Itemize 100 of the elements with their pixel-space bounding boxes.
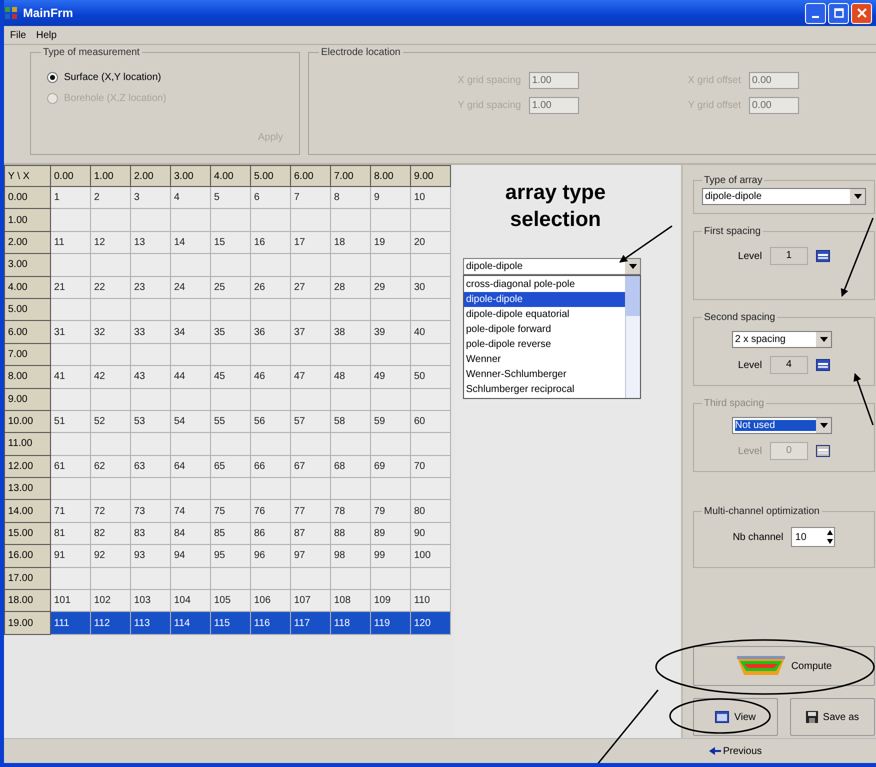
table-cell: 83 xyxy=(130,522,170,545)
column-header[interactable]: 5.00 xyxy=(250,166,290,186)
menu-item[interactable]: Help xyxy=(36,30,57,40)
table-cell: 46 xyxy=(250,366,290,388)
table-cell: 39 xyxy=(370,320,410,344)
column-header[interactable]: 3.00 xyxy=(170,166,210,186)
table-cell: 21 xyxy=(50,276,90,298)
column-header[interactable]: 2.00 xyxy=(130,166,170,186)
row-header[interactable]: 15.00 xyxy=(4,522,50,545)
row-header[interactable]: 12.00 xyxy=(4,455,50,478)
row-header[interactable]: 6.00 xyxy=(4,320,50,344)
row-header[interactable]: 18.00 xyxy=(4,590,50,612)
array-type-select[interactable]: dipole-dipole xyxy=(702,188,866,205)
table-cell: 1 xyxy=(50,186,90,209)
table-cell: 4 xyxy=(170,186,210,209)
close-icon xyxy=(856,8,866,18)
table-cell: 90 xyxy=(410,522,450,545)
group-title: Second spacing xyxy=(703,312,776,323)
table-cell: 43 xyxy=(130,366,170,388)
row-header[interactable]: 0.00 xyxy=(4,186,50,209)
minimize-button[interactable] xyxy=(805,2,826,24)
array-type-dropdown[interactable]: dipole-dipole xyxy=(463,258,641,275)
row-header[interactable]: 17.00 xyxy=(4,567,50,590)
row-header[interactable]: 1.00 xyxy=(4,208,50,232)
table-cell: 45 xyxy=(210,366,250,388)
table-cell: 102 xyxy=(90,590,130,612)
row-header[interactable]: 9.00 xyxy=(4,388,50,410)
level-field[interactable]: 1 xyxy=(770,247,808,265)
save-as-button[interactable]: Save as xyxy=(790,698,875,736)
table-cell: 3 xyxy=(130,186,170,209)
dropdown-option[interactable]: cross-diagonal pole-pole xyxy=(464,276,625,292)
group-title: Multi-channel optimization xyxy=(703,506,821,517)
row-header[interactable]: 14.00 xyxy=(4,500,50,522)
level-field[interactable]: 4 xyxy=(770,356,808,374)
row-header[interactable]: 5.00 xyxy=(4,298,50,321)
column-header[interactable]: 4.00 xyxy=(210,166,250,186)
row-header[interactable]: 19.00 xyxy=(4,612,50,634)
table-cell: 119 xyxy=(370,612,410,634)
spin-icon[interactable] xyxy=(816,250,830,262)
close-button[interactable] xyxy=(851,2,872,24)
compute-button[interactable]: Compute xyxy=(693,646,875,686)
column-header[interactable]: 1.00 xyxy=(90,166,130,186)
dropdown-option[interactable]: Wenner xyxy=(464,352,625,367)
channel-spinner[interactable]: 10 xyxy=(791,527,836,547)
table-cell: 71 xyxy=(50,500,90,522)
table-cell: 100 xyxy=(410,544,450,568)
column-header[interactable]: 6.00 xyxy=(290,166,330,186)
row-header[interactable]: 13.00 xyxy=(4,478,50,500)
table-cell: 80 xyxy=(410,500,450,522)
dropdown-option[interactable]: pole-dipole reverse xyxy=(464,336,625,352)
maximize-icon xyxy=(834,8,844,18)
row-header[interactable]: 16.00 xyxy=(4,544,50,568)
previous-link[interactable]: Previous xyxy=(709,746,762,756)
table-cell: 75 xyxy=(210,500,250,522)
table-cell: 20 xyxy=(410,231,450,254)
level-label: Level xyxy=(738,250,762,262)
table-cell: 22 xyxy=(90,276,130,298)
table-cell: 92 xyxy=(90,544,130,568)
column-header[interactable]: 0.00 xyxy=(50,166,90,186)
row-header[interactable]: 7.00 xyxy=(4,343,50,366)
dropdown-option[interactable]: pole-dipole forward xyxy=(464,322,625,337)
spin-icon[interactable] xyxy=(816,359,830,371)
table-cell: 73 xyxy=(130,500,170,522)
table-cell: 11 xyxy=(50,231,90,254)
dropdown-option[interactable]: Schlumberger reciprocal xyxy=(464,382,625,397)
table-cell: 118 xyxy=(330,612,370,634)
table-cell: 104 xyxy=(170,590,210,612)
dropdown-option[interactable]: Wenner-Schlumberger xyxy=(464,366,625,382)
view-button[interactable]: View xyxy=(693,698,778,736)
column-header[interactable]: 8.00 xyxy=(370,166,410,186)
spin-arrows-icon xyxy=(826,528,834,546)
table-cell: 57 xyxy=(290,410,330,433)
app-icon xyxy=(4,6,18,20)
caret-icon xyxy=(628,264,636,269)
table-cell: 58 xyxy=(330,410,370,433)
table-cell: 47 xyxy=(290,366,330,388)
level-label: Level xyxy=(738,446,762,456)
table-cell: 87 xyxy=(290,522,330,545)
spacing-select[interactable]: 2 x spacing xyxy=(732,331,832,348)
row-header[interactable]: 8.00 xyxy=(4,366,50,388)
dropdown-option[interactable]: dipole-dipole equatorial xyxy=(464,306,625,322)
table-cell: 26 xyxy=(250,276,290,298)
column-header[interactable]: 7.00 xyxy=(330,166,370,186)
radio-option[interactable]: Surface (X,Y location) xyxy=(47,72,289,83)
table-cell: 27 xyxy=(290,276,330,298)
scrollbar[interactable] xyxy=(625,276,640,398)
table-cell: 109 xyxy=(370,590,410,612)
table-cell: 6 xyxy=(250,186,290,209)
row-header[interactable]: 4.00 xyxy=(4,276,50,298)
table-cell: 34 xyxy=(170,320,210,344)
maximize-button[interactable] xyxy=(828,2,849,24)
menu-item[interactable]: File xyxy=(10,30,26,40)
dropdown-option[interactable]: dipole-dipole xyxy=(464,292,625,307)
row-header[interactable]: 3.00 xyxy=(4,254,50,276)
row-header[interactable]: 11.00 xyxy=(4,432,50,456)
column-header[interactable]: 9.00 xyxy=(410,166,450,186)
row-header[interactable]: 2.00 xyxy=(4,231,50,254)
table-cell: 44 xyxy=(170,366,210,388)
table-cell: 70 xyxy=(410,455,450,478)
row-header[interactable]: 10.00 xyxy=(4,410,50,433)
